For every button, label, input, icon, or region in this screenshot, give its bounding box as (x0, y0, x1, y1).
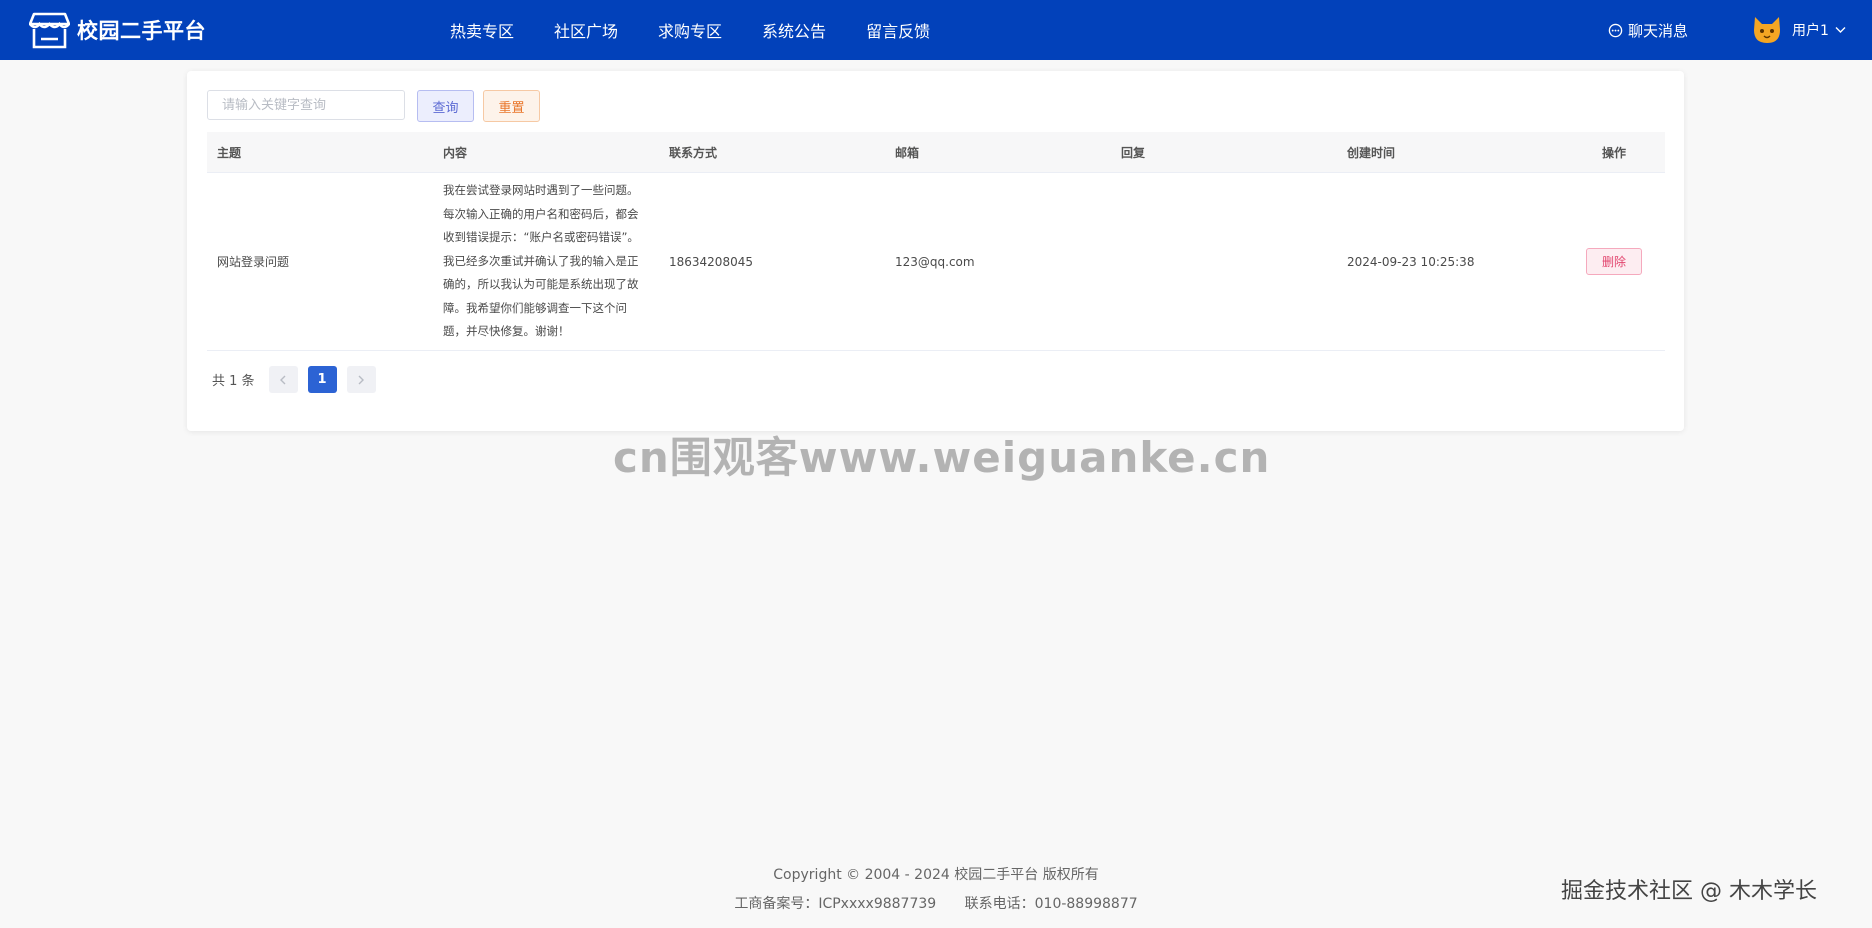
app-logo[interactable]: 校园二手平台 (29, 10, 206, 50)
cat-avatar-icon (1754, 17, 1780, 43)
col-contact: 联系方式 (669, 145, 718, 160)
corner-watermark: 掘金技术社区 @ 木木学长 (1561, 879, 1817, 904)
chat-label: 聊天消息 (1628, 21, 1689, 40)
col-reply: 回复 (1121, 145, 1146, 160)
chat-messages-link[interactable]: 聊天消息 (1608, 0, 1688, 60)
feedback-card: 查询 重置 主题 内容 联系方式 邮箱 回复 创建时间 操作 网站登录问题 我在… (187, 71, 1684, 431)
col-created: 创建时间 (1347, 145, 1396, 160)
site-watermark: cn围观客www.weiguanke.cn (613, 433, 1271, 482)
nav-feedback[interactable]: 留言反馈 (866, 18, 930, 42)
nav-announcements[interactable]: 系统公告 (762, 18, 826, 42)
feedback-table: 主题 内容 联系方式 邮箱 回复 创建时间 操作 网站登录问题 我在尝试登录网站… (207, 132, 1665, 351)
next-page-button[interactable] (346, 366, 376, 393)
nav-hot-sale[interactable]: 热卖专区 (450, 18, 514, 42)
nav-community[interactable]: 社区广场 (554, 18, 618, 42)
prev-page-button[interactable] (268, 366, 298, 393)
delete-button[interactable]: 删除 (1586, 248, 1642, 275)
storefront-icon (29, 12, 70, 49)
pagination: 共 1 条 1 (212, 366, 386, 393)
footer-icp: 工商备案号：ICPxxxx9887739 (734, 896, 937, 912)
cell-email: 123@qq.com (895, 254, 975, 269)
chevron-right-icon (358, 375, 365, 384)
page-1-button[interactable]: 1 (307, 366, 337, 393)
cell-created: 2024-09-23 10:25:38 (1347, 254, 1475, 269)
cell-subject: 网站登录问题 (217, 255, 290, 269)
cell-actions: 删除 (1563, 248, 1665, 275)
footer-phone: 联系电话：010-88998877 (964, 896, 1138, 912)
app-title: 校园二手平台 (77, 19, 206, 43)
chevron-down-icon (1835, 27, 1846, 33)
col-content: 内容 (443, 145, 468, 160)
top-navbar: 校园二手平台 热卖专区 社区广场 求购专区 系统公告 留言反馈 聊天消息 用户1 (0, 0, 1872, 60)
main-nav: 热卖专区 社区广场 求购专区 系统公告 留言反馈 (450, 0, 970, 60)
table-header: 主题 内容 联系方式 邮箱 回复 创建时间 操作 (207, 132, 1665, 173)
col-actions: 操作 (1601, 145, 1626, 160)
user-name: 用户1 (1792, 23, 1829, 39)
cell-contact: 18634208045 (669, 254, 753, 269)
col-subject: 主题 (217, 145, 242, 160)
cell-content: 我在尝试登录网站时遇到了一些问题。每次输入正确的用户名和密码后，都会收到错误提示… (443, 183, 639, 339)
nav-wanted[interactable]: 求购专区 (658, 18, 722, 42)
chevron-left-icon (280, 375, 286, 384)
query-button[interactable]: 查询 (417, 90, 474, 122)
chat-bubble-icon (1608, 23, 1623, 37)
search-input[interactable] (207, 90, 405, 120)
user-menu[interactable]: 用户1 (1750, 0, 1846, 60)
pagination-total: 共 1 条 (212, 374, 255, 389)
col-email: 邮箱 (895, 145, 920, 160)
reset-button[interactable]: 重置 (483, 90, 540, 122)
table-row: 网站登录问题 我在尝试登录网站时遇到了一些问题。每次输入正确的用户名和密码后，都… (207, 173, 1665, 351)
